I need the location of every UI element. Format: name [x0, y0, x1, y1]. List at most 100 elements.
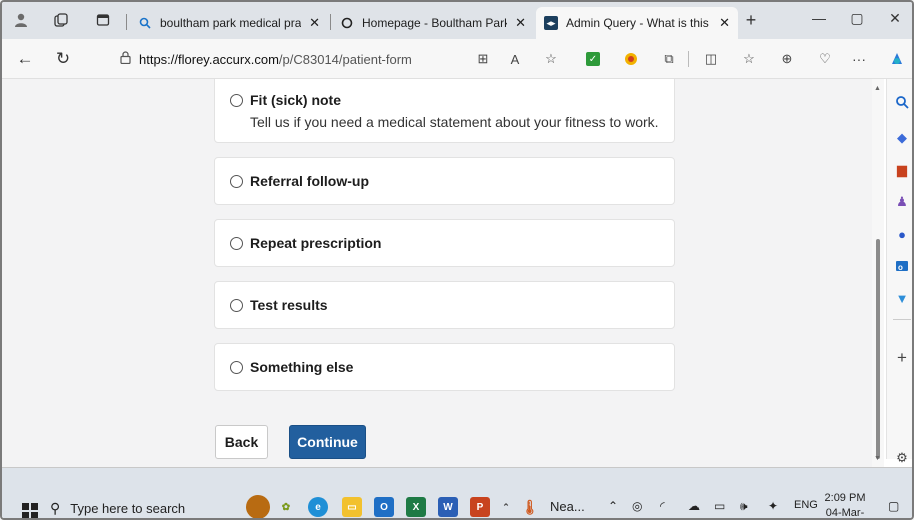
settings-gear-icon[interactable]: ⚙: [893, 449, 911, 467]
profile-icon[interactable]: [12, 11, 30, 29]
language-indicator[interactable]: ENG: [794, 499, 818, 511]
more-options-icon[interactable]: ···: [850, 50, 868, 68]
lock-icon: [120, 51, 131, 67]
close-icon[interactable]: ✕: [309, 15, 320, 31]
windows-start-icon[interactable]: [22, 503, 38, 518]
powerpoint-icon[interactable]: P: [470, 497, 490, 517]
file-explorer-icon[interactable]: ▭: [342, 497, 362, 517]
option-card-test-results[interactable]: Test results: [214, 281, 675, 329]
microsoft-365-icon[interactable]: ●: [893, 225, 911, 243]
url-host: https://florey.accurx.com: [139, 51, 279, 67]
option-label: Repeat prescription: [250, 235, 382, 251]
clock-date: 04-Mar-24: [825, 507, 865, 519]
wifi-icon[interactable]: ◜: [660, 499, 665, 513]
extension-icon[interactable]: [622, 50, 640, 68]
read-aloud-icon[interactable]: A: [506, 50, 524, 68]
windows-taskbar: ⚲ Type here to search ✿ e ▭ O X W P ⌃ 🌡 …: [2, 467, 912, 519]
url-path: /p/C83014/patient-form: [278, 51, 412, 67]
option-card-something-else[interactable]: Something else: [214, 343, 675, 391]
edge-sidebar: ◆ ▆ ♟ ● o ▼ + ⚙: [886, 79, 912, 465]
weather-icon[interactable]: 🌡: [520, 497, 540, 517]
page-content: Fit (sick) note Tell us if you need a me…: [2, 79, 872, 467]
radio-button[interactable]: [230, 94, 243, 107]
favorite-star-icon[interactable]: ☆: [542, 50, 560, 68]
checkbox-extension-icon[interactable]: ✓: [586, 52, 600, 66]
search-icon[interactable]: [893, 93, 911, 111]
new-tab-button[interactable]: +: [742, 10, 760, 30]
search-icon: [138, 16, 152, 30]
taskbar-overflow-icon[interactable]: ⌃: [496, 497, 516, 517]
minimize-button[interactable]: —: [806, 8, 832, 28]
tab-title: Homepage - Boultham Park Med: [362, 16, 507, 30]
copilot-icon[interactable]: [888, 50, 906, 68]
tab-bar: boultham park medical practice ✕ Homepag…: [2, 2, 912, 39]
browser-essentials-icon[interactable]: ♡: [816, 50, 834, 68]
browser-window: boultham park medical practice ✕ Homepag…: [0, 0, 914, 520]
volume-icon[interactable]: 🕪: [740, 499, 748, 514]
meet-now-icon[interactable]: ◎: [632, 499, 642, 513]
teams-icon[interactable]: ✦: [768, 499, 778, 513]
scroll-thumb[interactable]: [876, 239, 880, 459]
games-icon[interactable]: ♟: [893, 193, 911, 211]
radio-button[interactable]: [230, 175, 243, 188]
reader-view-icon[interactable]: ⊞: [474, 50, 492, 68]
maximize-button[interactable]: ▢: [844, 8, 870, 28]
notification-icon[interactable]: ▢: [888, 499, 899, 513]
shopping-tag-icon[interactable]: ◆: [893, 129, 911, 147]
workspaces-icon[interactable]: [52, 11, 70, 29]
refresh-icon[interactable]: ↻: [52, 48, 74, 70]
drop-icon[interactable]: ▼: [893, 289, 911, 307]
close-icon[interactable]: ✕: [719, 15, 730, 31]
svg-text:o: o: [898, 263, 903, 272]
edge-browser-icon[interactable]: e: [308, 497, 328, 517]
option-label: Something else: [250, 359, 354, 375]
widget-leaf-icon[interactable]: ✿: [276, 497, 296, 517]
favorites-icon[interactable]: ☆: [740, 50, 758, 68]
tools-briefcase-icon[interactable]: ▆: [893, 161, 911, 179]
widget-image-icon[interactable]: [246, 495, 270, 518]
continue-button[interactable]: Continue: [289, 425, 366, 459]
tab-title: Admin Query - What is this abou: [566, 16, 711, 30]
option-card-referral-follow-up[interactable]: Referral follow-up: [214, 157, 675, 205]
taskbar-clock[interactable]: 2:09 PM 04-Mar-24: [820, 491, 870, 519]
taskbar-search-placeholder: Type here to search: [70, 500, 186, 516]
battery-icon[interactable]: ▭: [714, 499, 725, 513]
window-close-button[interactable]: ✕: [882, 8, 908, 28]
radio-button[interactable]: [230, 299, 243, 312]
sidebar-separator: [893, 319, 911, 320]
outlook-app-icon[interactable]: O: [374, 497, 394, 517]
back-arrow-icon[interactable]: ←: [14, 48, 36, 70]
close-icon[interactable]: ✕: [515, 15, 526, 31]
tab-separator: [126, 14, 127, 30]
radio-button[interactable]: [230, 361, 243, 374]
weather-label[interactable]: Nea...: [550, 499, 585, 514]
add-icon[interactable]: +: [893, 348, 911, 367]
split-screen-icon[interactable]: ◫: [702, 50, 720, 68]
collections-icon[interactable]: ⊕: [778, 50, 796, 68]
scroll-up-arrow-icon[interactable]: ▲: [874, 85, 881, 92]
tray-expand-icon[interactable]: ⌃: [608, 499, 618, 513]
option-description: Tell us if you need a medical statement …: [250, 114, 659, 130]
extensions-puzzle-icon[interactable]: ⧉: [660, 50, 678, 68]
scroll-down-arrow-icon[interactable]: ▼: [874, 455, 881, 462]
option-label: Test results: [250, 297, 328, 313]
toolbar-separator: [688, 51, 689, 67]
excel-icon[interactable]: X: [406, 497, 426, 517]
accurx-icon: ◂▸: [544, 16, 558, 30]
option-card-fit-note[interactable]: Fit (sick) note Tell us if you need a me…: [214, 79, 675, 143]
tab-homepage[interactable]: Homepage - Boultham Park Med ✕: [332, 7, 534, 39]
taskbar-search[interactable]: ⚲ Type here to search: [50, 494, 220, 518]
word-icon[interactable]: W: [438, 497, 458, 517]
tab-admin-query[interactable]: ◂▸ Admin Query - What is this abou ✕: [536, 7, 738, 39]
search-icon: ⚲: [50, 499, 61, 516]
tab-search[interactable]: boultham park medical practice ✕: [130, 7, 328, 39]
option-card-repeat-prescription[interactable]: Repeat prescription: [214, 219, 675, 267]
tab-actions-icon[interactable]: [94, 11, 112, 29]
onedrive-icon[interactable]: ☁: [688, 499, 700, 513]
tab-separator: [330, 14, 331, 30]
outlook-icon[interactable]: o: [893, 257, 911, 275]
page-scrollbar[interactable]: ▲ ▼: [872, 79, 884, 467]
option-label: Referral follow-up: [250, 173, 370, 189]
back-button[interactable]: Back: [215, 425, 268, 459]
radio-button[interactable]: [230, 237, 243, 250]
